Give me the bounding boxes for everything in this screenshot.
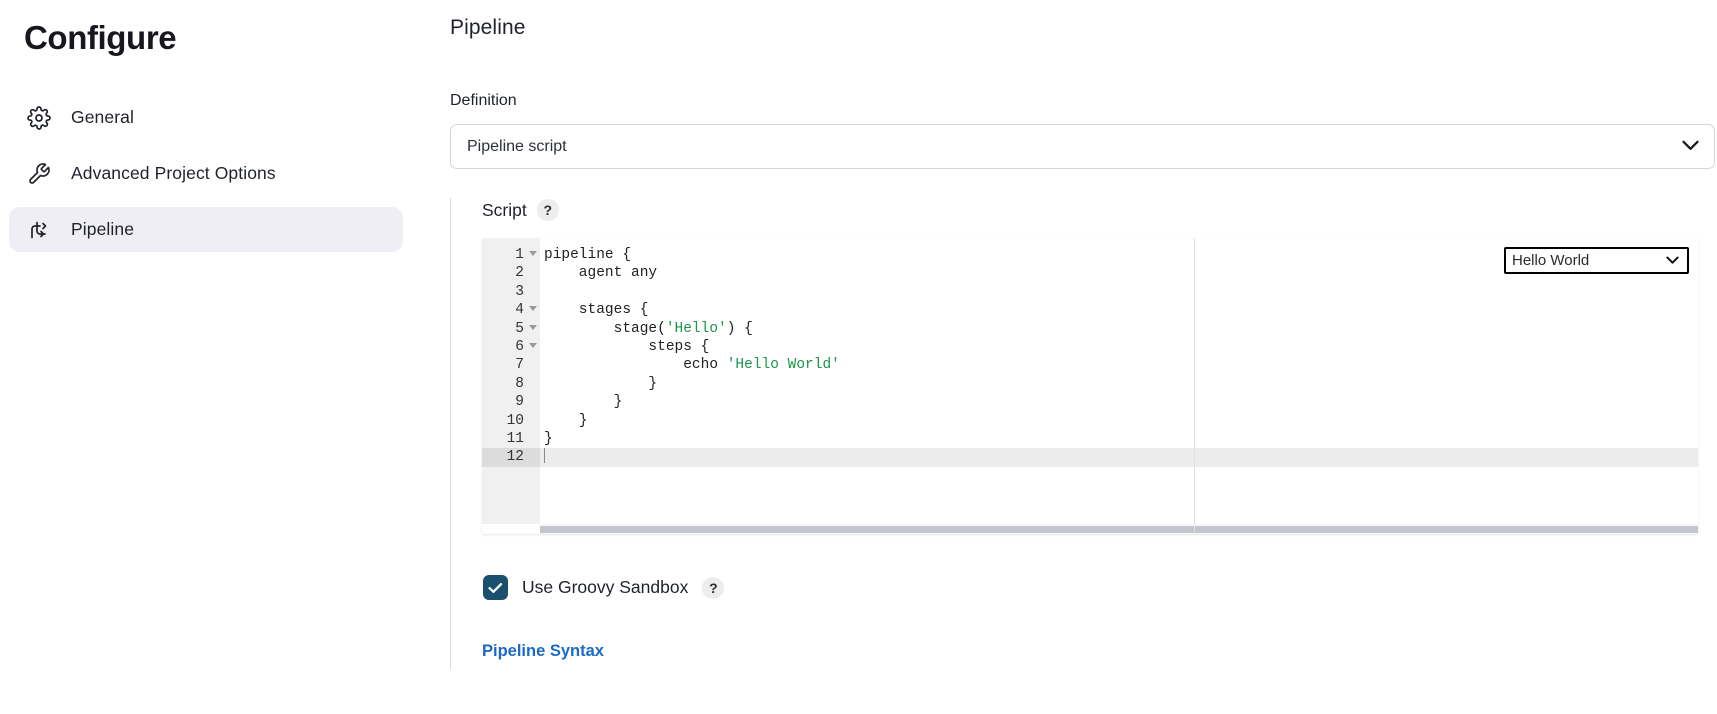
code-token: steps { — [544, 338, 710, 355]
fold-arrow-icon[interactable] — [529, 324, 537, 330]
groovy-sandbox-row: Use Groovy Sandbox ? — [483, 575, 1717, 600]
editor-line-number: 2 — [515, 265, 524, 282]
scrollbar-thumb[interactable] — [540, 526, 1698, 533]
editor-code-line — [540, 283, 1698, 301]
editor-line-number: 7 — [515, 357, 524, 374]
editor-line-number: 12 — [482, 448, 540, 467]
script-code-editor[interactable]: Hello World 1 2 3 4 5 6 7 8 9 10 11 12 pipeline { a… — [482, 238, 1698, 534]
editor-line-number: 11 — [506, 430, 524, 447]
editor-line-number: 8 — [515, 375, 524, 392]
main-content: Pipeline Definition Pipeline script Scri… — [412, 0, 1717, 714]
editor-horizontal-scrollbar[interactable] — [540, 524, 1698, 534]
wrench-icon — [26, 161, 52, 187]
script-label: Script — [482, 199, 527, 220]
script-header: Script ? — [482, 198, 1717, 222]
code-token: stage( — [544, 320, 666, 337]
editor-line-number: 4 — [482, 301, 540, 319]
page-title: Configure — [24, 19, 177, 56]
editor-code-line: } — [540, 375, 1698, 393]
fold-arrow-icon[interactable] — [529, 342, 537, 348]
groovy-sandbox-checkbox[interactable] — [483, 575, 508, 600]
editor-code-line: echo 'Hello World' — [540, 356, 1698, 374]
editor-line-number: 9 — [515, 394, 524, 411]
code-token: } — [544, 412, 588, 429]
code-token: } — [544, 394, 623, 411]
code-string-token: 'Hello World' — [726, 357, 840, 374]
editor-body: 1 2 3 4 5 6 7 8 9 10 11 12 pipeline { agent any sta… — [482, 238, 1698, 524]
editor-line-number-gutter: 1 2 3 4 5 6 7 8 9 10 11 12 — [482, 238, 540, 524]
sidebar: Configure General Advanced Project Optio… — [0, 0, 412, 714]
editor-code-line: stage('Hello') { — [540, 320, 1698, 338]
help-icon[interactable]: ? — [702, 576, 725, 599]
script-section: Script ? Hello World 1 2 3 4 5 6 7 8 9 1… — [450, 198, 1717, 669]
editor-code-line — [540, 448, 1698, 467]
fold-arrow-icon[interactable] — [529, 306, 537, 312]
code-token: echo — [544, 357, 727, 374]
editor-line-number: 1 — [482, 246, 540, 264]
code-token: pipeline { — [544, 247, 632, 263]
code-token: } — [544, 430, 553, 447]
print-margin-line — [1194, 238, 1195, 534]
sidebar-item-general[interactable]: General — [9, 95, 403, 140]
editor-line-number: 3 — [515, 283, 524, 300]
editor-code-area[interactable]: pipeline { agent any stages { stage('Hel… — [540, 238, 1698, 524]
help-icon[interactable]: ? — [536, 199, 559, 221]
code-token: agent any — [544, 265, 658, 282]
configure-page: Configure General Advanced Project Optio… — [0, 0, 1717, 714]
section-title: Pipeline — [450, 16, 526, 39]
sidebar-nav: General Advanced Project Options Pipelin… — [0, 95, 412, 252]
groovy-sandbox-label: Use Groovy Sandbox — [522, 577, 689, 597]
editor-line-number: 6 — [482, 338, 540, 356]
fold-arrow-icon[interactable] — [529, 251, 537, 256]
code-token: ) { — [726, 320, 753, 337]
editor-code-line: stages { — [540, 301, 1698, 319]
sample-pipeline-select-wrap: Hello World — [1504, 247, 1689, 274]
code-token: } — [544, 375, 658, 392]
gear-icon — [26, 105, 52, 131]
sample-pipeline-select[interactable]: Hello World — [1504, 247, 1689, 274]
sidebar-item-pipeline[interactable]: Pipeline — [9, 207, 403, 252]
definition-select[interactable]: Pipeline script — [450, 124, 1715, 169]
code-string-token: 'Hello' — [665, 320, 727, 337]
sidebar-item-label: Pipeline — [71, 219, 135, 239]
editor-line-number: 10 — [506, 412, 524, 429]
sidebar-item-advanced-project-options[interactable]: Advanced Project Options — [9, 151, 403, 196]
pipeline-icon — [26, 217, 52, 243]
definition-label: Definition — [450, 92, 517, 109]
editor-code-line: } — [540, 430, 1698, 448]
code-token: stages { — [544, 302, 649, 319]
sidebar-item-label: General — [71, 107, 134, 127]
editor-code-line: steps { — [540, 338, 1698, 356]
sidebar-item-label: Advanced Project Options — [71, 163, 276, 183]
pipeline-syntax-link[interactable]: Pipeline Syntax — [482, 642, 604, 661]
editor-code-line: } — [540, 412, 1698, 430]
text-cursor — [544, 448, 545, 464]
editor-line-number: 5 — [482, 320, 540, 338]
definition-select-wrap: Pipeline script — [450, 124, 1715, 169]
editor-code-line: } — [540, 393, 1698, 411]
